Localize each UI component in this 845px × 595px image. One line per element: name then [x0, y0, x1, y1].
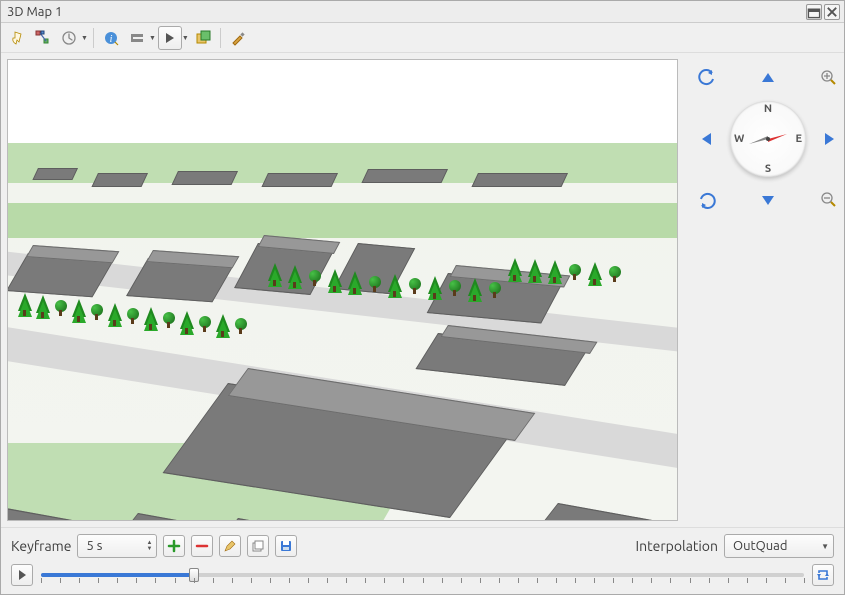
pan-right-button[interactable] [818, 128, 840, 150]
keyframe-time-value: 5 s [86, 539, 102, 553]
separator [220, 28, 221, 48]
zoom-out-button[interactable] [818, 189, 840, 211]
repeat-button[interactable] [812, 564, 834, 586]
options-button[interactable] [226, 26, 250, 50]
animation-bar: Keyframe 5 s ▲▼ Interpolation [1, 527, 844, 594]
separator [93, 28, 94, 48]
export-button[interactable] [191, 26, 215, 50]
fly-speed-button[interactable] [57, 26, 81, 50]
compass-east-label: E [795, 133, 802, 145]
animate-button[interactable] [158, 26, 182, 50]
dropdown-indicator-icon: ▼ [149, 34, 156, 42]
compass-needle-icon [743, 114, 793, 164]
remove-keyframe-button[interactable] [191, 535, 213, 557]
keyframe-label: Keyframe [11, 538, 71, 554]
time-slider[interactable] [41, 566, 804, 584]
rotate-button[interactable] [696, 189, 718, 211]
dropdown-indicator-icon: ▼ [81, 34, 88, 42]
interpolation-select[interactable]: OutQuad ▼ [724, 534, 834, 558]
dropdown-indicator-icon: ▼ [182, 34, 189, 42]
play-button[interactable] [11, 564, 33, 586]
select-nodes-button[interactable] [31, 26, 55, 50]
window-title: 3D Map 1 [7, 5, 804, 19]
navigation-panel: N S E W [684, 53, 844, 527]
compass-south-label: S [765, 163, 771, 175]
save-animation-button[interactable] [275, 535, 297, 557]
toolbar: ▼ i ▼ ▼ [1, 23, 844, 53]
duplicate-keyframe-button[interactable] [247, 535, 269, 557]
edit-keyframe-button[interactable] [219, 535, 241, 557]
zoom-in-button[interactable] [818, 67, 840, 89]
measure-button[interactable] [125, 26, 149, 50]
add-keyframe-button[interactable] [163, 535, 185, 557]
svg-text:i: i [110, 34, 113, 45]
dock-button[interactable] [806, 4, 822, 20]
reset-view-button[interactable] [696, 67, 718, 89]
close-button[interactable] [824, 4, 840, 20]
interpolation-label: Interpolation [636, 538, 718, 554]
identify-button[interactable]: i [99, 26, 123, 50]
spin-down-icon[interactable]: ▼ [147, 546, 153, 552]
interpolation-value: OutQuad [733, 539, 787, 553]
compass-north-label: N [764, 103, 772, 115]
tilt-down-button[interactable] [757, 189, 779, 211]
keyframe-time-input[interactable]: 5 s ▲▼ [77, 534, 157, 558]
titlebar: 3D Map 1 [1, 1, 844, 23]
3d-canvas[interactable] [7, 59, 678, 521]
compass-west-label: W [734, 133, 744, 145]
compass[interactable]: N S E W [730, 101, 806, 177]
pan-left-button[interactable] [696, 128, 718, 150]
camera-control-button[interactable] [5, 26, 29, 50]
tilt-up-button[interactable] [757, 67, 779, 89]
chevron-down-icon: ▼ [821, 542, 829, 551]
